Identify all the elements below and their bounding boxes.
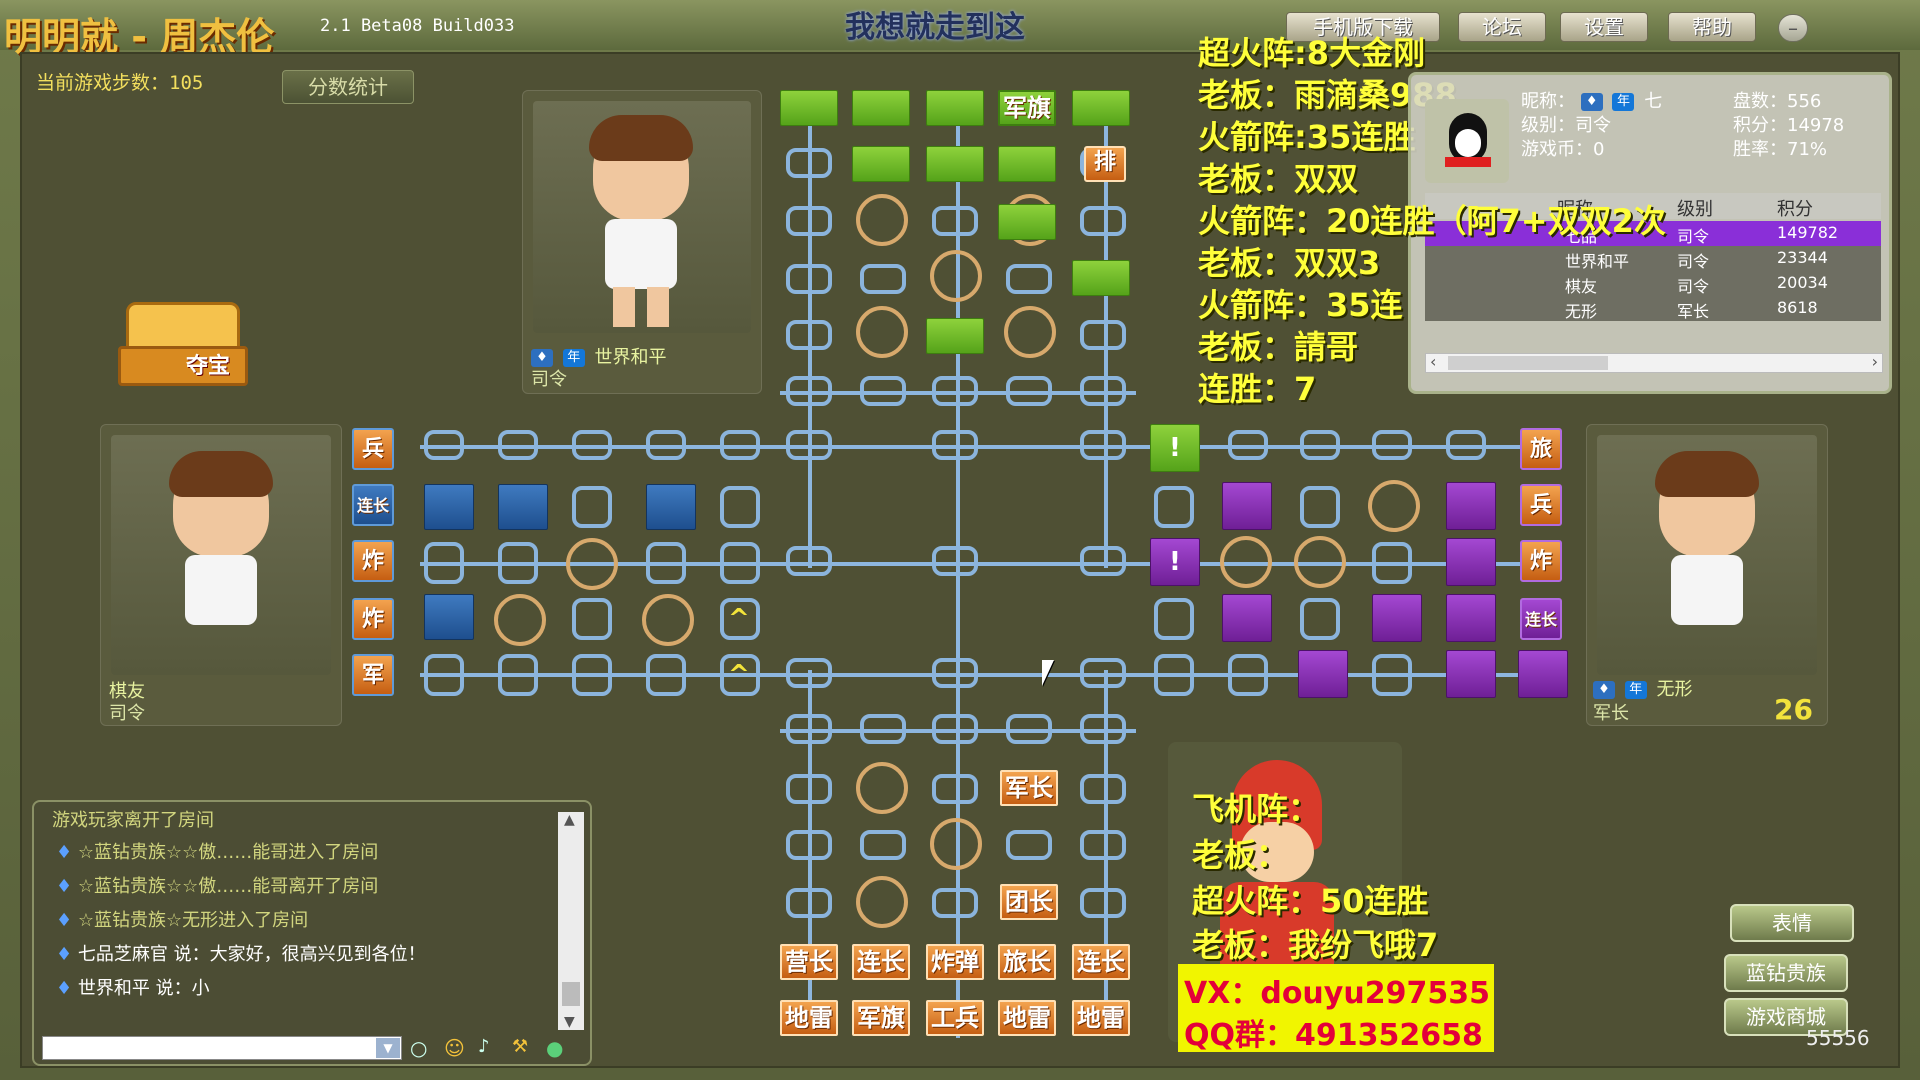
horizontal-scrollbar[interactable]: ‹ › — [1425, 352, 1883, 373]
globe-icon[interactable]: ● — [546, 1036, 563, 1060]
nickname-row: 昵称： ♦ 年 七 — [1521, 91, 1663, 112]
winrate-label: 胜率：71% — [1733, 139, 1828, 160]
watermark-number: 55556 — [1806, 1026, 1870, 1050]
overlay-line-5: 老板：双双3 — [1198, 244, 1381, 282]
chat-line: ♦ 七品芝麻官 说：大家好，很高兴见到各位！ — [56, 944, 426, 965]
chat-header: 游戏玩家离开了房间 — [52, 810, 214, 831]
score-label: 积分：14978 — [1733, 115, 1845, 136]
dropdown-icon[interactable]: ▼ — [376, 1038, 400, 1058]
qq-avatar — [1425, 99, 1509, 183]
piece-engineer[interactable]: 工兵 — [926, 1000, 984, 1036]
vip-icon: ♦ — [1580, 93, 1603, 111]
speaker-icon[interactable]: ♪ — [478, 1036, 490, 1057]
piece-flag-top[interactable]: 军旗 — [998, 90, 1056, 126]
overlay-bottom-1: 老板： — [1192, 836, 1289, 874]
side-piece-right-3: 连长 — [1520, 598, 1562, 640]
side-piece-left-1: 连长 — [352, 484, 394, 526]
emoji-button[interactable]: 表情 — [1730, 904, 1854, 942]
overlay-line-3: 老板：双双 — [1198, 160, 1359, 198]
coins-label: 游戏币：0 — [1521, 139, 1605, 160]
piece-brigade[interactable]: 旅长 — [998, 944, 1056, 980]
table-row[interactable]: 世界和平 司令 23344 — [1425, 246, 1881, 271]
overlay-line-0: 超火阵:8大金刚 — [1198, 34, 1426, 72]
piece-platoon[interactable]: 排 — [1084, 146, 1126, 182]
chat-line: ♦ 世界和平 说：小 — [56, 978, 210, 999]
ad-vx: VX：douyu297535 — [1184, 976, 1490, 1011]
chevron-up-icon[interactable]: ▲ — [564, 812, 575, 828]
wrench-icon[interactable]: ⚒ — [512, 1036, 528, 1057]
emoji-icon[interactable]: ☺ — [444, 1036, 465, 1060]
overlay-line-8: 连胜：7 — [1198, 370, 1317, 408]
overlay-bottom-2: 超火阵：50连胜 — [1192, 882, 1429, 920]
chat-input[interactable] — [42, 1036, 402, 1060]
arrow-mark: ^ — [728, 604, 750, 634]
side-piece-right-2: 炸 — [1520, 540, 1562, 582]
vip-icon: ♦ — [56, 842, 78, 863]
overlay-bottom-3: 老板：我纷飞哦7 — [1192, 926, 1439, 964]
ad-box: VX：douyu297535 QQ群：491352658 — [1178, 964, 1494, 1053]
vip-icon: ♦ — [56, 978, 78, 999]
piece-landmine-3[interactable]: 地雷 — [1072, 1000, 1130, 1036]
side-piece-left-3: 炸 — [352, 598, 394, 640]
overlay-bottom-0: 飞机阵： — [1192, 790, 1321, 828]
level-label: 级别：司令 — [1521, 115, 1611, 136]
table-row[interactable]: 棋友 司令 20034 — [1425, 271, 1881, 296]
side-piece-left-4: 军 — [352, 654, 394, 696]
chat-line: ♦ ☆蓝钻贵族☆☆傲……能哥进入了房间 — [56, 842, 379, 863]
chevron-down-icon[interactable]: ▼ — [564, 1014, 575, 1030]
alert-piece[interactable]: ! — [1150, 538, 1200, 586]
chat-line: ♦ ☆蓝钻贵族☆☆傲……能哥离开了房间 — [56, 876, 379, 897]
alert-mark: ! — [1169, 547, 1181, 577]
ad-qq: QQ群：491352658 — [1184, 1018, 1483, 1053]
chevron-right-icon[interactable]: › — [1872, 352, 1878, 371]
overlay-line-4: 火箭阵：20连胜（阿7+双双2次 — [1198, 202, 1666, 240]
chat-panel: 游戏玩家离开了房间 ♦ ☆蓝钻贵族☆☆傲……能哥进入了房间 ♦ ☆蓝钻贵族☆☆傲… — [32, 800, 592, 1066]
chat-scrollbar[interactable]: ▲ ▼ — [558, 812, 584, 1030]
year-badge: 年 — [1612, 93, 1635, 111]
chevron-left-icon[interactable]: ‹ — [1430, 352, 1436, 371]
alert-piece[interactable]: ! — [1150, 424, 1200, 472]
overlay-line-6: 火箭阵：35连 — [1198, 286, 1403, 324]
alert-mark: ! — [1169, 433, 1181, 463]
piece-army-commander[interactable]: 军长 — [1000, 770, 1058, 806]
vip-icon: ♦ — [56, 910, 78, 931]
blue-diamond-button[interactable]: 蓝钻贵族 — [1724, 954, 1848, 992]
side-piece-left-0: 兵 — [352, 428, 394, 470]
piece-company-2[interactable]: 连长 — [1072, 944, 1130, 980]
table-row[interactable]: 无形 军长 8618 — [1425, 296, 1881, 321]
piece-regiment[interactable]: 团长 — [1000, 884, 1058, 920]
side-piece-right-0: 旅 — [1520, 428, 1562, 470]
piece-bomb[interactable]: 炸弹 — [926, 944, 984, 980]
overlay-line-7: 老板：請哥 — [1198, 328, 1359, 366]
games-label: 盘数：556 — [1733, 91, 1822, 112]
arrow-mark: ^ — [728, 660, 750, 690]
piece-flag[interactable]: 军旗 — [852, 1000, 910, 1036]
chat-bubble-icon[interactable]: ○ — [410, 1036, 427, 1060]
piece-company[interactable]: 连长 — [852, 944, 910, 980]
overlay-line-2: 火箭阵:35连胜 — [1198, 118, 1416, 156]
mouse-cursor-icon — [1042, 660, 1054, 686]
chat-line: ♦ ☆蓝钻贵族☆无形进入了房间 — [56, 910, 309, 931]
piece-landmine[interactable]: 地雷 — [780, 1000, 838, 1036]
side-piece-left-2: 炸 — [352, 540, 394, 582]
piece-battalion[interactable]: 营长 — [780, 944, 838, 980]
piece-landmine-2[interactable]: 地雷 — [998, 1000, 1056, 1036]
side-piece-right-1: 兵 — [1520, 484, 1562, 526]
vip-icon: ♦ — [56, 944, 78, 965]
vip-icon: ♦ — [56, 876, 78, 897]
